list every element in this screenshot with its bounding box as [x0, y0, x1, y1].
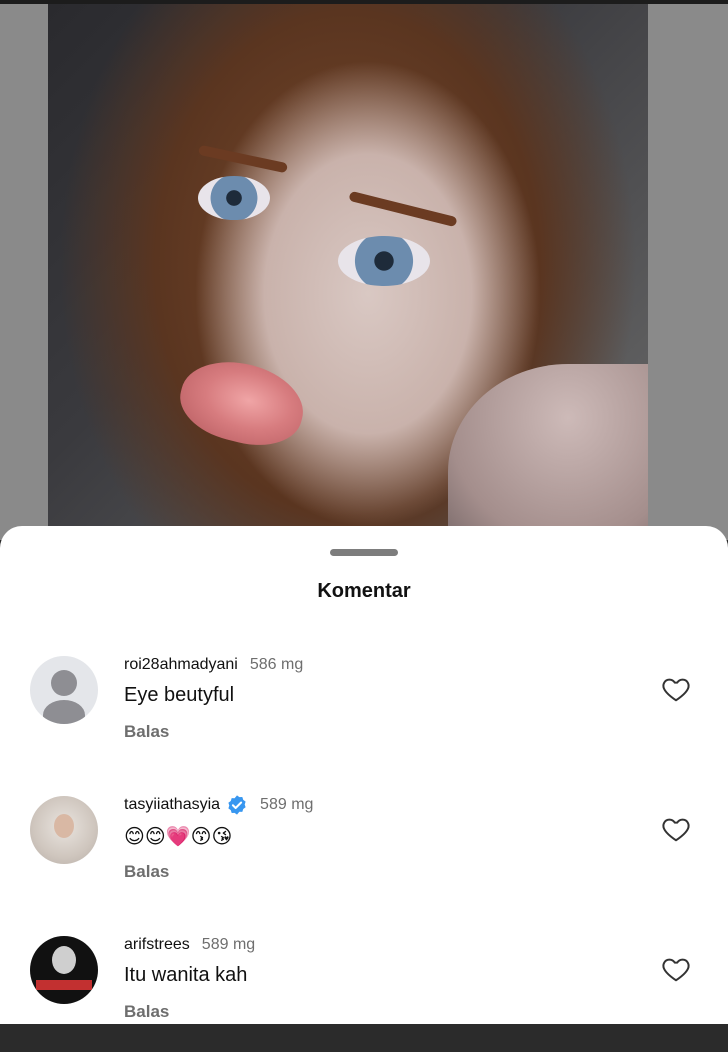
sheet-title: Komentar [317, 580, 411, 602]
reply-button[interactable]: Balas [124, 862, 169, 882]
comment-time: 589 mg [201, 936, 256, 953]
avatar-news-bar [36, 980, 92, 990]
avatar-body-shape [43, 700, 85, 724]
comment-time: 589 mg [260, 796, 314, 813]
post-image-area [0, 0, 728, 540]
photo-lips [172, 350, 312, 456]
photo-eye-right [338, 236, 430, 286]
photo-avatar[interactable] [30, 796, 98, 864]
comment-item: roi28ahmadyani 586 mg Eye beutyful Balas [0, 652, 728, 772]
reply-button[interactable]: Balas [124, 1002, 169, 1022]
photo-avatar[interactable] [30, 936, 98, 1004]
comment-time: 586 mg [249, 656, 304, 673]
default-avatar[interactable] [30, 656, 98, 724]
comment-item: arifstrees 589 mg Itu wanita kah Balas [0, 932, 728, 1052]
avatar-face-shape [54, 814, 74, 838]
comment-text: Itu wanita kah [124, 964, 248, 986]
comment-meta: roi28ahmadyani 586 mg [124, 654, 303, 676]
comment-text: Eye beutyful [124, 684, 235, 706]
post-photo[interactable] [48, 4, 648, 540]
comment-text: 😊😊💗😙😘 [124, 826, 233, 848]
comment-username[interactable]: roi28ahmadyani [124, 656, 238, 674]
avatar-face-shape [52, 946, 76, 974]
heart-outline-icon[interactable] [660, 674, 692, 704]
comment-username[interactable]: tasyiiathasyia [124, 796, 220, 814]
comment-meta: tasyiiathasyia 589 mg [124, 794, 313, 816]
photo-brow-left [197, 144, 289, 174]
comment-username[interactable]: arifstrees [124, 936, 190, 954]
comments-sheet: Komentar roi28ahmadyani 586 mg Eye beuty… [0, 526, 728, 1024]
verified-badge-icon [228, 795, 246, 815]
comment-meta: arifstrees 589 mg [124, 934, 255, 956]
photo-shoulder [448, 364, 648, 540]
heart-outline-icon[interactable] [660, 814, 692, 844]
photo-brow-right [348, 190, 458, 228]
comment-item: tasyiiathasyia 589 mg 😊😊💗😙😘 Balas [0, 792, 728, 912]
heart-outline-icon[interactable] [660, 954, 692, 984]
avatar-head-shape [51, 670, 77, 696]
photo-eye-left [198, 176, 270, 220]
drag-handle[interactable] [330, 549, 398, 556]
reply-button[interactable]: Balas [124, 722, 169, 742]
